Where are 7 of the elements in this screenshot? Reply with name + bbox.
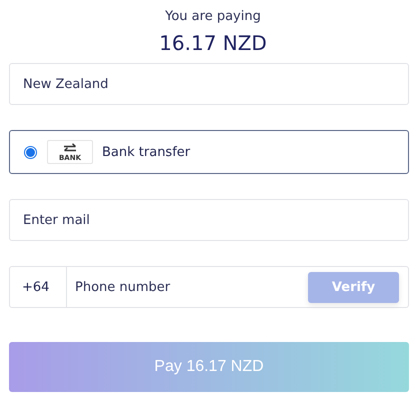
payment-amount: 16.17 NZD	[159, 31, 267, 55]
country-field[interactable]: New Zealand	[9, 63, 409, 105]
radio-button[interactable]	[24, 146, 37, 158]
method-label: Bank transfer	[102, 144, 190, 160]
email-field[interactable]: Enter mail	[9, 199, 409, 241]
payment-heading: You are paying	[165, 9, 261, 24]
exchange-arrows-icon	[63, 142, 77, 154]
